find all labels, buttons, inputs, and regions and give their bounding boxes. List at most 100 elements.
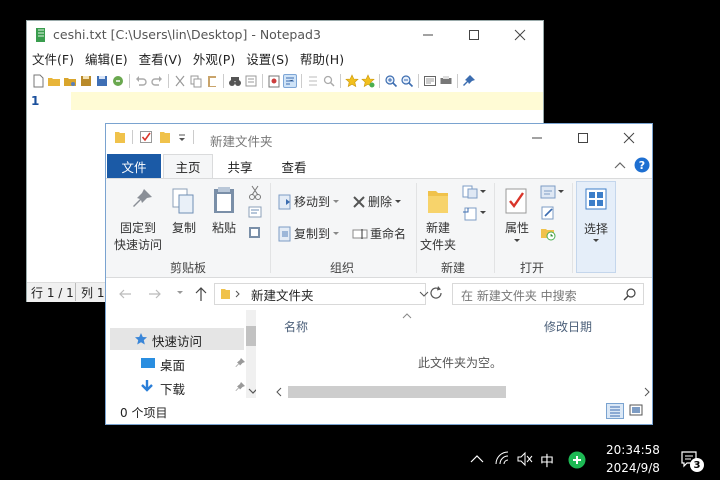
- column-modified[interactable]: 修改日期: [544, 318, 592, 335]
- explorer-minimize-button[interactable]: [514, 124, 560, 152]
- pin-quick-access-button[interactable]: 固定到 快速访问: [110, 219, 166, 253]
- word-wrap-icon[interactable]: [283, 74, 297, 88]
- customize-dropdown-icon[interactable]: [177, 131, 187, 143]
- move-to-button[interactable]: 移动到: [278, 193, 340, 210]
- cut-small-icon[interactable]: [248, 185, 262, 201]
- zoom-in-icon[interactable]: [384, 74, 398, 88]
- search-box[interactable]: 在 新建文件夹 中搜索: [452, 283, 644, 305]
- menu-help[interactable]: 帮助(H): [295, 50, 350, 70]
- history-icon[interactable]: [540, 225, 556, 241]
- refresh-icon[interactable]: [428, 285, 444, 301]
- browse-folder-icon[interactable]: [63, 74, 77, 88]
- explorer-close-button[interactable]: [606, 124, 652, 152]
- new-item-button[interactable]: [462, 185, 487, 199]
- nav-downloads[interactable]: 下载: [110, 376, 245, 398]
- easy-access-icon: [463, 207, 477, 221]
- copy-to-button[interactable]: 复制到: [278, 225, 340, 242]
- line-number-gutter: 1: [27, 92, 71, 282]
- delete-button[interactable]: 删除: [352, 193, 402, 210]
- print-icon[interactable]: [439, 74, 453, 88]
- favorites-icon[interactable]: [345, 74, 359, 88]
- column-name[interactable]: 名称: [284, 318, 308, 335]
- tab-share[interactable]: 共享: [216, 154, 264, 178]
- save-icon[interactable]: [79, 74, 93, 88]
- menu-settings[interactable]: 设置(S): [241, 50, 295, 70]
- recent-locations-icon[interactable]: [176, 290, 184, 296]
- goto-icon[interactable]: [267, 74, 281, 88]
- copy-icon[interactable]: [189, 74, 203, 88]
- horizontal-scrollbar[interactable]: [270, 386, 652, 398]
- properties-button[interactable]: 属性: [500, 219, 534, 244]
- edit-icon[interactable]: [540, 205, 556, 221]
- add-favorite-icon[interactable]: [361, 74, 375, 88]
- minimize-button[interactable]: [405, 21, 451, 49]
- breadcrumb-folder[interactable]: 新建文件夹: [251, 285, 314, 304]
- new-folder-button[interactable]: 新建 文件夹: [418, 219, 458, 253]
- replace-icon[interactable]: [244, 74, 258, 88]
- menu-view[interactable]: 查看(V): [134, 50, 188, 70]
- zoom-out-icon[interactable]: [400, 74, 414, 88]
- rename-button[interactable]: 重命名: [352, 225, 406, 242]
- notepad-titlebar[interactable]: ceshi.txt [C:\Users\lin\Desktop] - Notep…: [27, 21, 543, 49]
- menu-appearance[interactable]: 外观(P): [188, 50, 241, 70]
- file-explorer-window: 新建文件夹 文件 主页 共享 查看 ? 固定到 快速访问 复制 粘贴 剪贴板 移…: [105, 123, 653, 425]
- search-icon[interactable]: [623, 287, 637, 301]
- menu-file[interactable]: 文件(F): [27, 50, 80, 70]
- tab-view[interactable]: 查看: [270, 154, 318, 178]
- cut-icon[interactable]: [173, 74, 187, 88]
- zoom-find-icon[interactable]: [322, 74, 336, 88]
- maximize-button[interactable]: [451, 21, 497, 49]
- explorer-maximize-button[interactable]: [560, 124, 606, 152]
- open-folder-icon[interactable]: [47, 74, 61, 88]
- scroll-left-icon: [276, 387, 282, 397]
- clock-date[interactable]: 2024/9/8: [606, 461, 660, 475]
- ime-indicator[interactable]: 中: [540, 451, 554, 471]
- paste-button[interactable]: 粘贴: [206, 219, 242, 236]
- show-hidden-icons-chevron-icon[interactable]: [470, 454, 484, 464]
- current-line-highlight: [71, 92, 543, 110]
- quick-access-star-icon: [135, 333, 147, 345]
- help-icon[interactable]: ?: [634, 157, 650, 173]
- pin-icon[interactable]: [462, 74, 476, 88]
- easy-access-button[interactable]: [462, 205, 487, 221]
- properties-check-icon[interactable]: [139, 130, 153, 144]
- back-arrow-icon[interactable]: [118, 287, 132, 301]
- find-icon[interactable]: [228, 74, 242, 88]
- explorer-titlebar[interactable]: 新建文件夹: [106, 124, 652, 154]
- tab-home[interactable]: 主页: [163, 154, 213, 178]
- new-file-icon[interactable]: [31, 74, 45, 88]
- tab-file[interactable]: 文件: [107, 154, 161, 178]
- search-placeholder: 在 新建文件夹 中搜索: [461, 289, 577, 303]
- menu-edit[interactable]: 编辑(E): [80, 50, 134, 70]
- file-list[interactable]: 名称 修改日期 此文件夹为空。: [256, 310, 652, 398]
- redo-icon[interactable]: [150, 74, 164, 88]
- collapse-ribbon-icon[interactable]: [614, 160, 626, 170]
- clock-time[interactable]: 20:34:58: [606, 443, 660, 457]
- details-view-button[interactable]: [606, 403, 624, 419]
- paste-icon[interactable]: [205, 74, 219, 88]
- close-button[interactable]: [497, 21, 543, 49]
- nav-quick-access[interactable]: 快速访问: [110, 328, 244, 350]
- new-folder-large-icon: [426, 185, 450, 215]
- action-center-button[interactable]: 3: [680, 450, 706, 472]
- open-button[interactable]: [540, 185, 565, 199]
- forward-arrow-icon[interactable]: [148, 287, 162, 301]
- copy-path-icon[interactable]: [248, 206, 262, 218]
- large-icons-view-button[interactable]: [628, 403, 646, 419]
- new-folder-small-icon[interactable]: [159, 130, 171, 144]
- undo-icon[interactable]: [134, 74, 148, 88]
- address-box[interactable]: 新建文件夹: [214, 283, 429, 305]
- horizontal-scroll-thumb[interactable]: [288, 386, 506, 398]
- nav-desktop[interactable]: 桌面: [110, 352, 245, 374]
- save-as-icon[interactable]: [95, 74, 109, 88]
- scheme-icon[interactable]: [423, 74, 437, 88]
- paste-shortcut-icon[interactable]: [248, 225, 262, 239]
- network-icon[interactable]: [494, 450, 510, 466]
- volume-muted-icon[interactable]: [516, 451, 534, 467]
- copy-button[interactable]: 复制: [168, 219, 200, 236]
- show-whitespace-icon[interactable]: [306, 74, 320, 88]
- revert-icon[interactable]: [111, 74, 125, 88]
- app-tray-icon[interactable]: [568, 451, 586, 469]
- up-arrow-icon[interactable]: [194, 286, 208, 302]
- select-button[interactable]: 选择: [576, 181, 616, 273]
